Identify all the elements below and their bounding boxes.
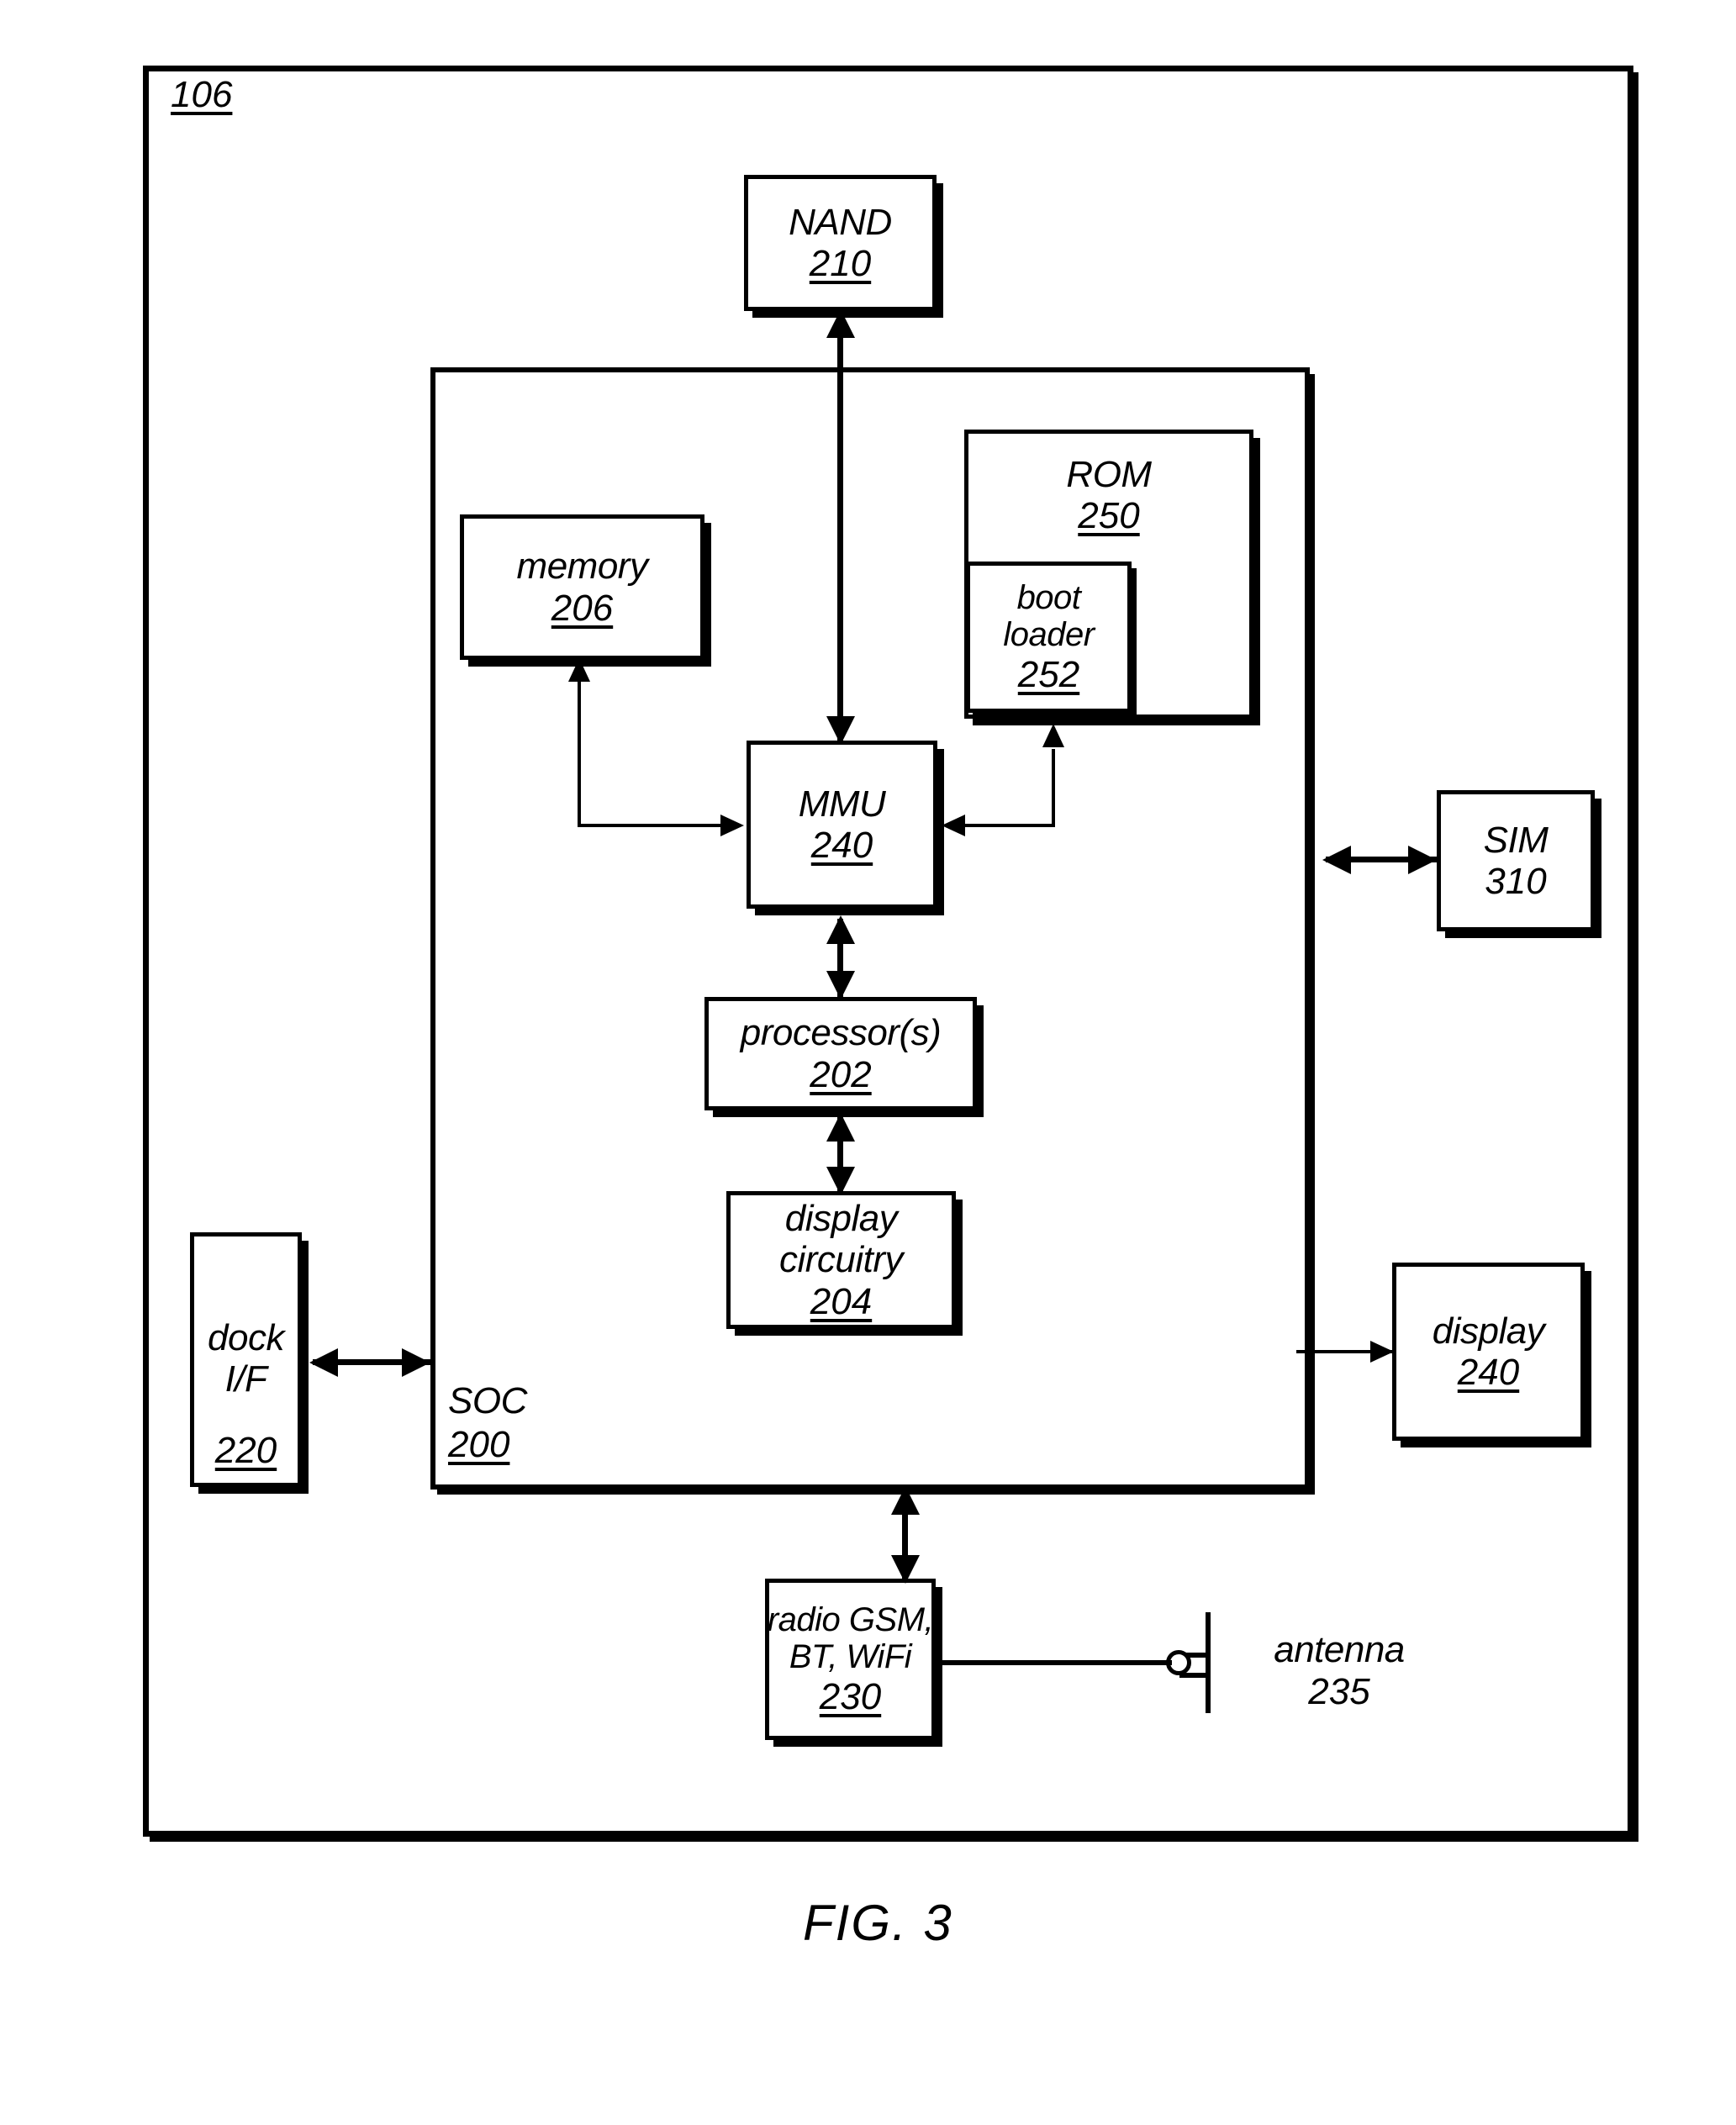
display-label: display [1432, 1310, 1545, 1352]
connector-bootloader-mmu-arrowhead-left [942, 815, 965, 836]
display-circuitry-label-line2: circuitry [778, 1239, 904, 1281]
rom-label: ROM [1066, 454, 1152, 495]
connector-mmu-memory-vertical [578, 680, 581, 827]
connector-radio-antenna-line [938, 1660, 1172, 1665]
connector-bootloader-mmu-vertical [1052, 749, 1055, 825]
nand-ref: 210 [809, 243, 872, 284]
connector-mmu-nand-arrowhead-down [826, 716, 855, 745]
connector-mmu-processor-arrowhead-down [826, 971, 855, 999]
device-reference-numeral: 106 [171, 74, 233, 115]
antenna-label-group: antenna 235 [1230, 1629, 1448, 1713]
connector-mmu-memory-arrowhead-up [568, 658, 590, 682]
boot-loader-label-line2: loader [1003, 616, 1095, 654]
memory-ref: 206 [551, 587, 614, 629]
soc-label-group: SOC 200 [448, 1380, 641, 1466]
mmu-ref: 240 [810, 825, 873, 866]
dock-interface-label-line1: dock [208, 1317, 284, 1358]
processor-ref: 202 [810, 1053, 872, 1095]
memory-label: memory [516, 546, 648, 588]
antenna-label: antenna [1274, 1629, 1405, 1670]
memory-block: memory 206 [460, 514, 704, 660]
processor-label: processor(s) [740, 1012, 942, 1054]
antenna-ref: 235 [1308, 1671, 1370, 1712]
mmu-block: MMU 240 [747, 741, 937, 909]
connector-processor-display-circuitry-arrowhead-down [826, 1167, 855, 1195]
soc-ref: 200 [448, 1424, 510, 1465]
connector-soc-radio-arrowhead-down [891, 1555, 920, 1584]
patent-figure-page: 106 SOC 200 NAND 210 ROM 250 boot loader… [0, 0, 1736, 2125]
connector-processor-display-circuitry-arrowhead-up [826, 1113, 855, 1142]
connector-dock-soc-arrowhead-right [402, 1348, 430, 1377]
mmu-label: MMU [798, 783, 886, 825]
sim-label: SIM [1483, 819, 1549, 861]
connector-dock-soc-arrowhead-left [309, 1348, 338, 1377]
nand-label: NAND [789, 201, 892, 243]
dock-interface-block: dock I/F 220 [190, 1232, 302, 1487]
display-circuitry-ref: 204 [810, 1280, 873, 1322]
boot-loader-label-line1: boot [1016, 578, 1081, 616]
connector-bootloader-mmu-arrowhead-up [1042, 724, 1064, 747]
connector-soc-sim-arrowhead-right [1408, 846, 1437, 874]
sim-block: SIM 310 [1437, 790, 1595, 931]
nand-block: NAND 210 [744, 175, 937, 311]
sim-ref: 310 [1485, 861, 1547, 902]
soc-label: SOC [448, 1380, 527, 1421]
connector-mmu-memory-horizontal [578, 824, 720, 827]
radio-label-line2: BT, WiFi [789, 1638, 912, 1676]
connector-mmu-memory-arrowhead-right [720, 815, 744, 836]
connector-mmu-nand-arrowhead-up [826, 309, 855, 338]
display-ref: 240 [1457, 1352, 1520, 1393]
boot-loader-ref: 252 [1017, 654, 1080, 696]
connector-bootloader-mmu-horizontal [965, 824, 1055, 827]
radio-label-line1: radio GSM, [767, 1600, 934, 1638]
dock-interface-label-line2: I/F [224, 1358, 267, 1400]
figure-caption: FIG. 3 [803, 1895, 953, 1951]
dock-interface-ref: 220 [214, 1429, 277, 1471]
connector-mmu-nand-line [837, 313, 843, 743]
boot-loader-block: boot loader 252 [966, 562, 1132, 713]
connector-soc-display-arrowhead-right [1370, 1341, 1394, 1363]
radio-block: radio GSM, BT, WiFi 230 [765, 1579, 936, 1740]
display-block: display 240 [1392, 1263, 1585, 1441]
connector-soc-radio-arrowhead-up [891, 1486, 920, 1515]
rom-ref: 250 [1078, 495, 1140, 537]
display-circuitry-label-line1: display [784, 1198, 898, 1240]
processor-block: processor(s) 202 [704, 997, 977, 1110]
radio-ref: 230 [819, 1676, 882, 1718]
antenna-mast-icon [1206, 1612, 1211, 1713]
display-circuitry-block: display circuitry 204 [726, 1191, 956, 1329]
connector-soc-sim-arrowhead-left [1322, 846, 1351, 874]
connector-mmu-processor-arrowhead-up [826, 915, 855, 944]
